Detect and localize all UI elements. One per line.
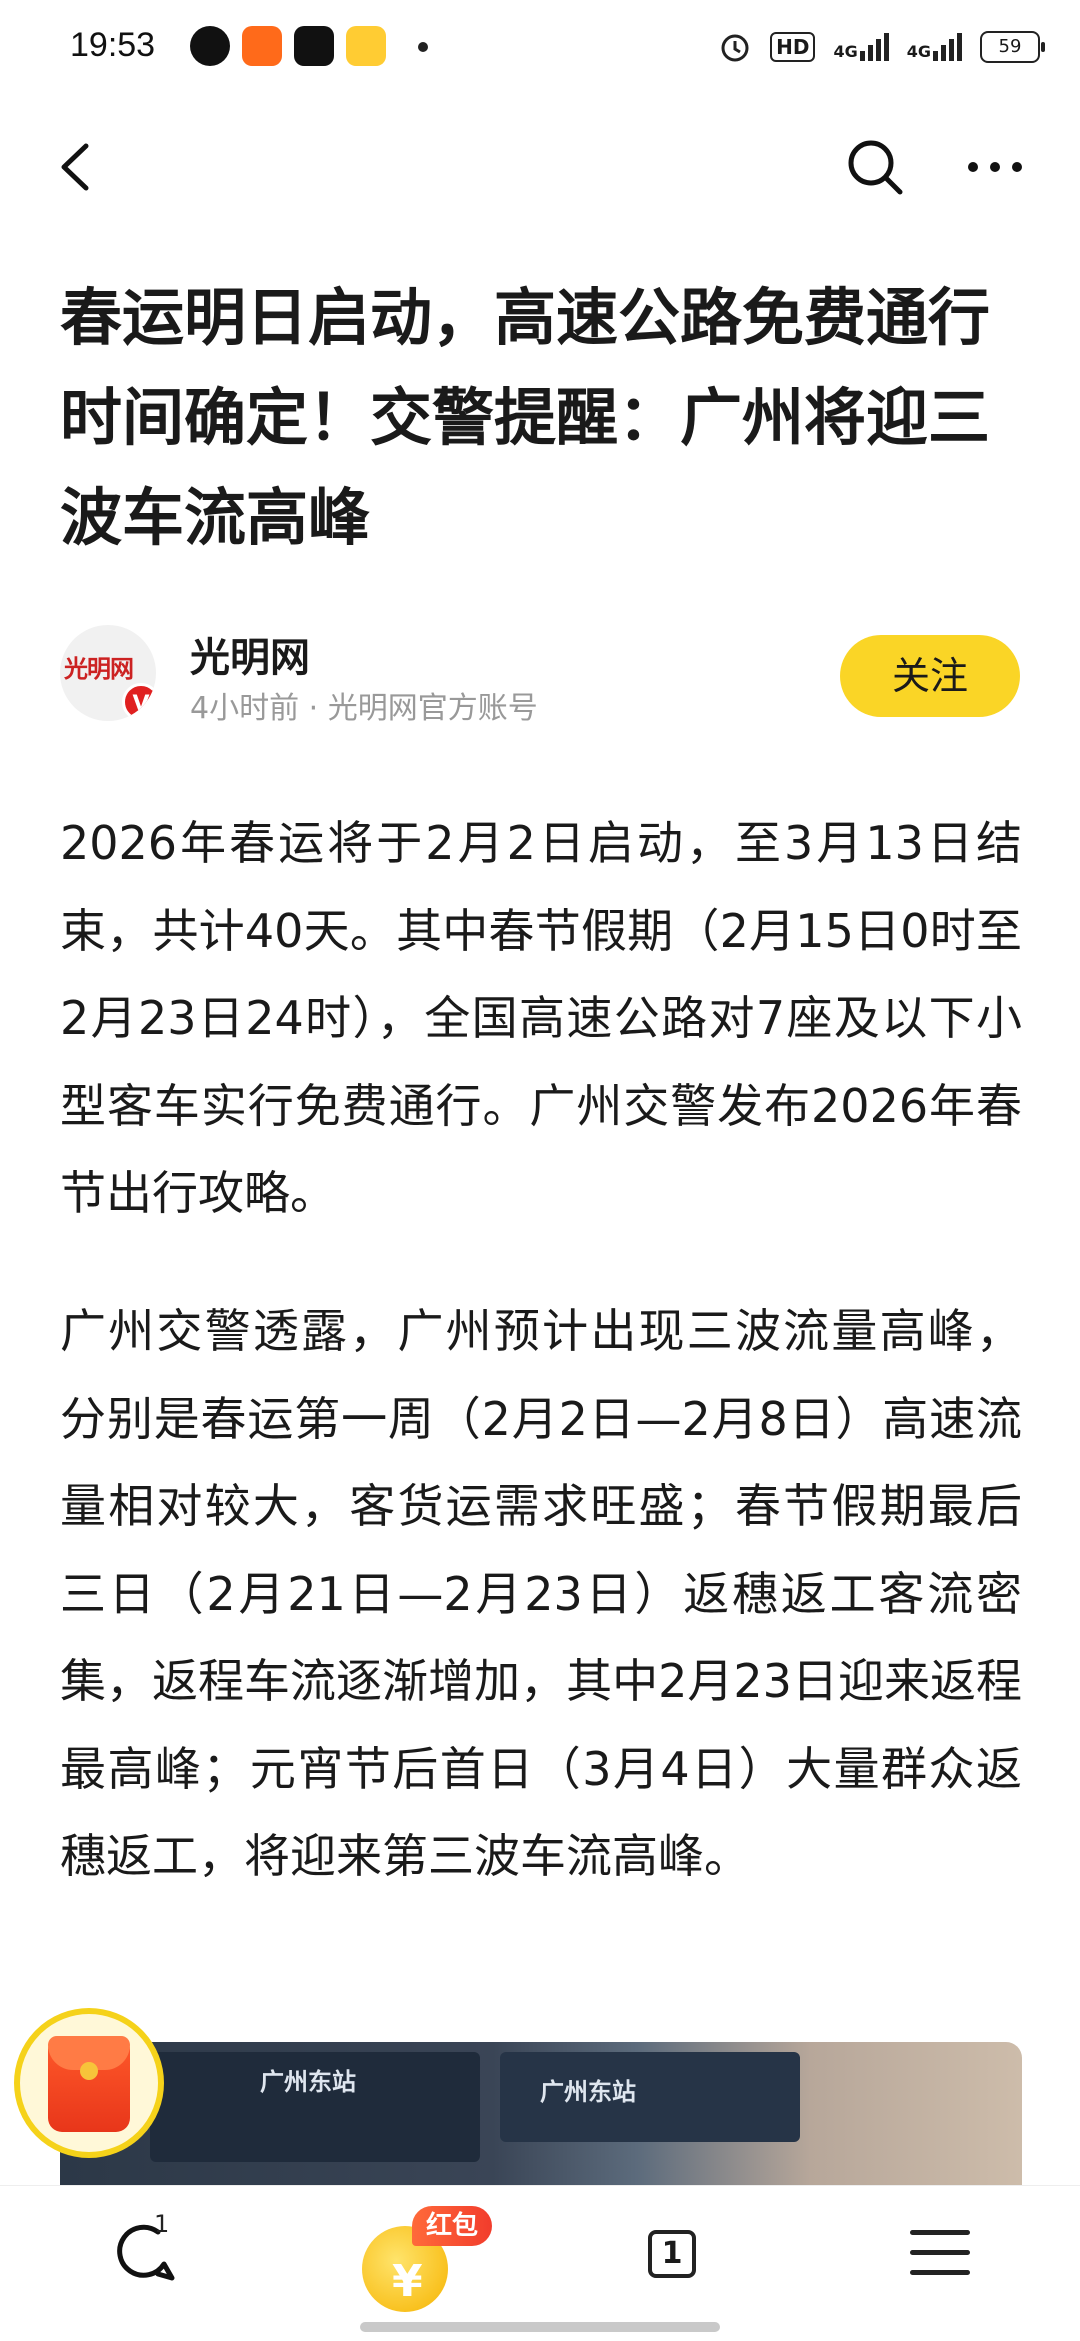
status-bar: 19:53 HD 4G 4G 59: [0, 0, 1080, 96]
status-time: 19:53: [70, 26, 156, 64]
notification-dot-icon: [418, 42, 428, 52]
signal-1: 4G: [833, 33, 889, 61]
tiktok-app-icon: [294, 26, 334, 66]
top-nav: [0, 112, 1080, 222]
red-packet-coin-button[interactable]: ¥ 红包: [352, 2206, 493, 2318]
alarm-icon: [721, 34, 749, 62]
signal-2: 4G: [907, 33, 962, 61]
red-envelope-seal: [80, 2062, 98, 2080]
red-packet-tag: 红包: [412, 2206, 493, 2246]
menu-icon[interactable]: [910, 2230, 970, 2282]
author-name[interactable]: 光明网: [190, 625, 310, 683]
avatar[interactable]: 光明网 V: [60, 625, 156, 721]
follow-button[interactable]: 关注: [840, 635, 1020, 717]
status-indicators: HD 4G 4G 59: [718, 22, 1045, 72]
shopping-app-icon: [346, 26, 386, 66]
author-meta: 4小时前 · 光明网官方账号: [190, 691, 538, 726]
red-packet-float-button[interactable]: [14, 2008, 164, 2158]
home-indicator[interactable]: [360, 2322, 720, 2332]
tab-count: 1: [648, 2230, 696, 2278]
comment-button[interactable]: 1: [110, 2210, 180, 2296]
search-icon[interactable]: [840, 132, 910, 202]
send-app-icon: [242, 26, 282, 66]
bottom-bar: 1 ¥ 红包 1: [0, 2185, 1080, 2341]
article-image[interactable]: 广州东站 广州东站: [60, 2042, 1022, 2192]
verified-badge-icon: V: [122, 683, 156, 721]
hd-icon: HD: [770, 32, 816, 62]
sign-text: 广州东站: [260, 2068, 356, 2096]
network-label-1: 4G: [833, 42, 858, 61]
more-icon[interactable]: [955, 132, 1035, 202]
station-sign: 广州东站: [500, 2052, 800, 2142]
sign-text: 广州东站: [540, 2078, 636, 2106]
station-sign: 广州东站: [150, 2052, 480, 2162]
avatar-logo: 光明网: [64, 654, 134, 683]
k-app-icon: [190, 26, 230, 66]
article-title: 春运明日启动，高速公路免费通行时间确定！交警提醒：广州将迎三波车流高峰: [60, 281, 991, 554]
battery-icon: 59: [980, 31, 1045, 63]
comment-count: 1: [154, 2210, 170, 2238]
network-label-2: 4G: [906, 42, 931, 61]
article-paragraph: 广州交警透露，广州预计出现三波流量高峰，分别是春运第一周（2月2日—2月8日）高…: [60, 1304, 1022, 1883]
author-row: 光明网 V 光明网 4小时前 · 光明网官方账号 关注: [60, 625, 1020, 726]
coin-symbol: ¥: [392, 2256, 423, 2307]
tabs-button[interactable]: 1: [642, 2224, 704, 2288]
signal-bars-icon: [933, 33, 962, 61]
signal-bars-icon: [859, 33, 889, 61]
back-arrow-icon[interactable]: [44, 132, 114, 202]
comment-icon: [117, 2224, 175, 2281]
article-paragraph: 2026年春运将于2月2日启动，至3月13日结束，共计40天。其中春节假期（2月…: [60, 816, 1022, 1220]
